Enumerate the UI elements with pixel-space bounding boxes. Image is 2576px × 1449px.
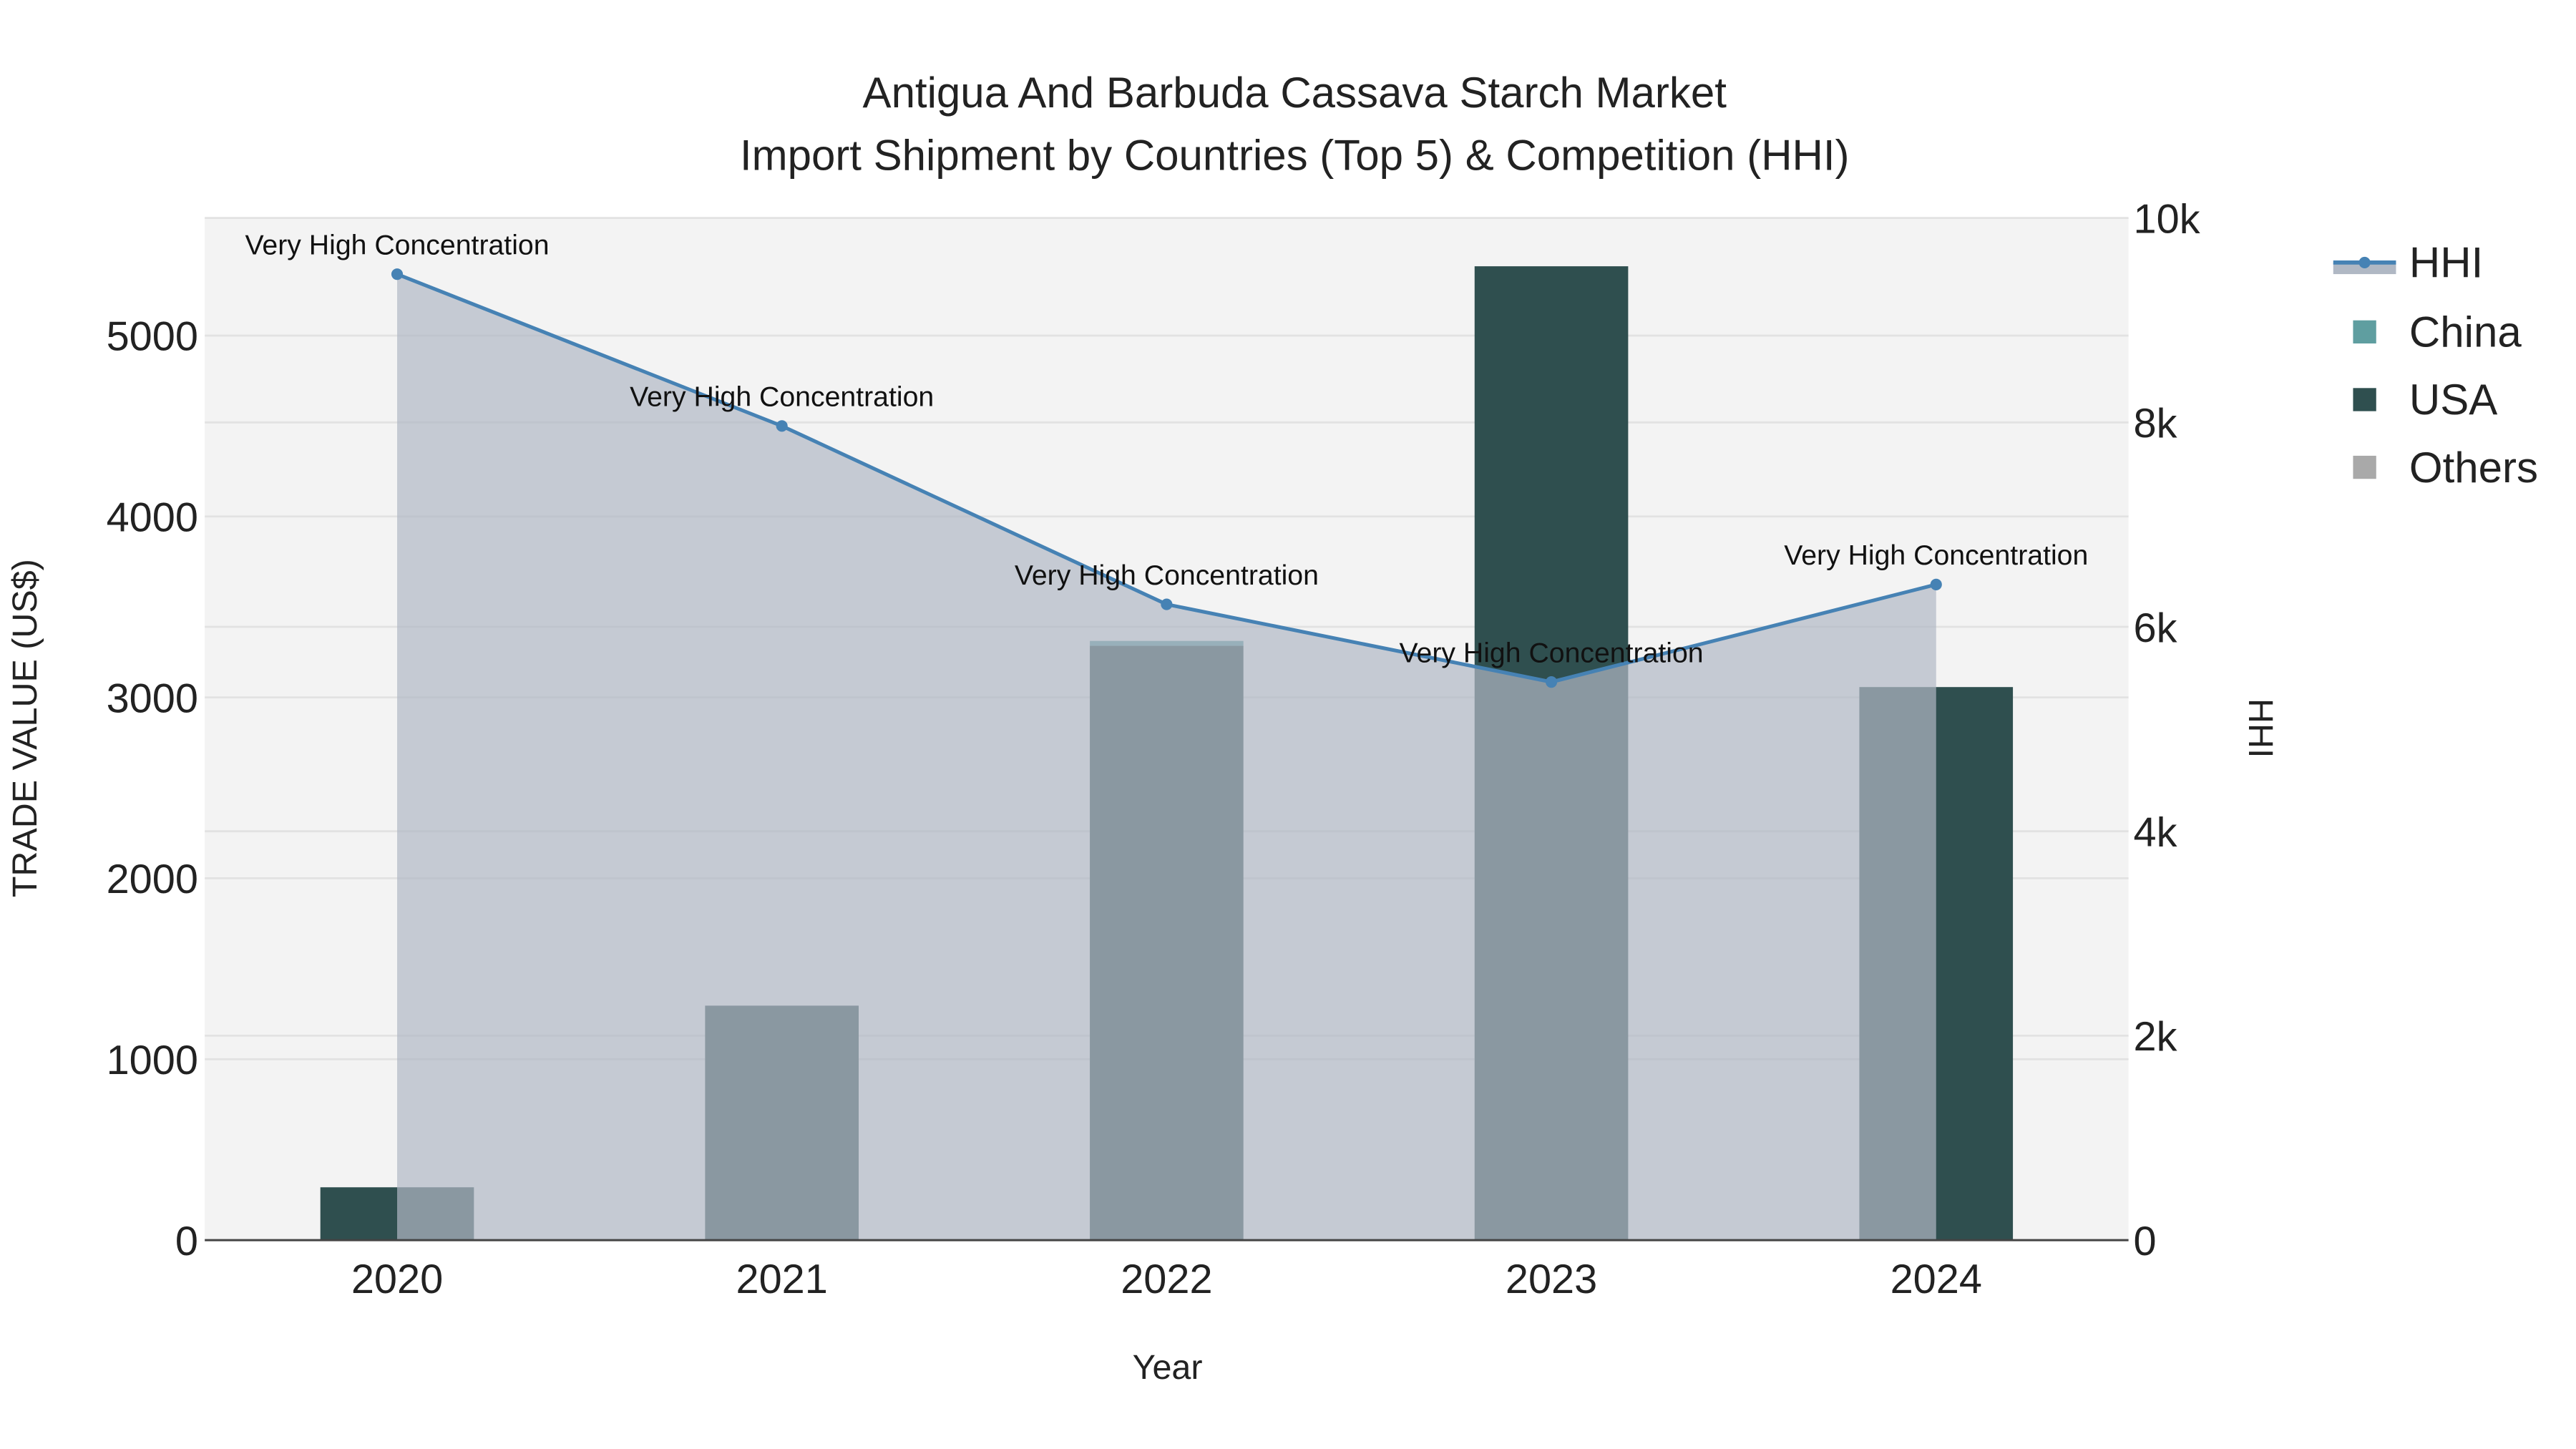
x-axis-ticks: 2020 2021 2022 2023 2024 [351, 1257, 1982, 1302]
chart-title: Antigua And Barbuda Cassava Starch Marke… [863, 69, 1727, 117]
y2-tick-label: 8k [2134, 401, 2177, 447]
hhi-annotation: Very High Concentration [1400, 637, 1704, 668]
y-tick-label: 5000 [107, 314, 198, 360]
chart-subtitle: Import Shipment by Countries (Top 5) & C… [740, 132, 1850, 180]
hhi-point [776, 420, 788, 432]
chart: Very High Concentration Very High Concent… [6, 69, 2538, 1387]
hhi-point [1546, 676, 1558, 688]
hhi-annotation: Very High Concentration [630, 381, 934, 413]
legend-hhi-label: HHI [2409, 239, 2483, 287]
x-tick-label: 2022 [1121, 1257, 1212, 1302]
x-tick-label: 2023 [1506, 1257, 1597, 1302]
legend-others-label: Others [2409, 444, 2538, 492]
legend-china-swatch [2353, 320, 2376, 343]
y2-tick-label: 0 [2134, 1219, 2157, 1264]
hhi-annotation: Very High Concentration [245, 229, 549, 260]
hhi-point [1930, 578, 1942, 590]
hhi-annotation: Very High Concentration [1784, 540, 2088, 571]
y-tick-label: 2000 [107, 857, 198, 902]
y2-tick-label: 6k [2134, 605, 2177, 651]
hhi-annotation: Very High Concentration [1015, 560, 1319, 591]
legend-china-label: China [2409, 308, 2522, 356]
y-axis-label: TRADE VALUE (US$) [6, 559, 44, 897]
x-tick-label: 2020 [351, 1257, 443, 1302]
y-axis-ticks: 0 1000 2000 3000 4000 5000 [107, 314, 198, 1264]
legend-usa-label: USA [2409, 376, 2497, 424]
legend-hhi-marker [2358, 256, 2371, 268]
y-tick-label: 0 [175, 1219, 198, 1264]
y2-tick-label: 10k [2134, 196, 2200, 242]
y-tick-label: 1000 [107, 1038, 198, 1083]
x-tick-label: 2024 [1890, 1257, 1982, 1302]
hhi-point [1161, 598, 1173, 610]
hhi-point [391, 268, 404, 280]
legend-others-swatch [2353, 455, 2376, 479]
x-axis-label: Year [1133, 1348, 1203, 1387]
x-tick-label: 2021 [736, 1257, 828, 1302]
y2-tick-label: 4k [2134, 809, 2177, 855]
legend: HHI China USA Others [2333, 239, 2538, 492]
legend-usa-swatch [2353, 388, 2376, 411]
y-tick-label: 4000 [107, 495, 198, 541]
y2-axis-ticks: 0 2k 4k 6k 8k 10k [2134, 196, 2200, 1264]
y-tick-label: 3000 [107, 675, 198, 721]
y2-tick-label: 2k [2134, 1014, 2177, 1060]
y2-axis-label: HHI [2241, 698, 2280, 758]
